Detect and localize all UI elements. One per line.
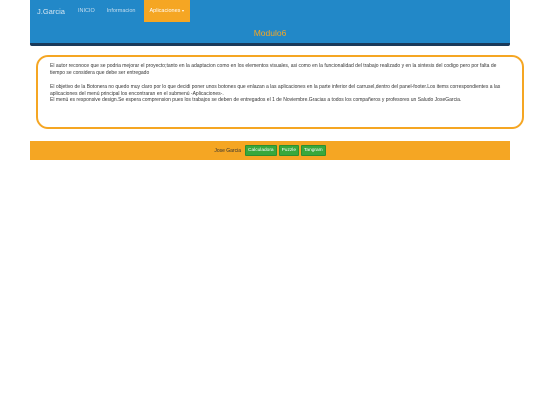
info-paragraph-3: El menú es responsive design.Se espera c… — [50, 97, 462, 104]
page-title: Modulo6 — [253, 27, 287, 38]
info-panel: El autor reconoce que se podria mejorar … — [36, 55, 524, 129]
page-header: Modulo6 — [30, 22, 510, 46]
tangram-button[interactable]: Tangram — [301, 145, 326, 156]
caret-down-icon — [182, 10, 185, 12]
puzzle-button[interactable]: Puzzle — [278, 145, 300, 156]
nav-aplicaciones-label: Aplicaciones — [149, 8, 181, 14]
footer-author: Jose Garcia — [214, 147, 241, 154]
nav-aplicaciones-dropdown[interactable]: Aplicaciones — [143, 0, 191, 22]
navbar: J.Garcia INICIO Informacion Aplicaciones — [30, 0, 510, 23]
brand-link[interactable]: J.Garcia — [30, 0, 72, 22]
footer-panel: Jose Garcia Calculadora Puzzle Tangram — [30, 141, 510, 160]
info-paragraph-1: El autor reconoce que se podria mejorar … — [50, 63, 497, 76]
calculadora-button[interactable]: Calculadora — [245, 145, 277, 156]
nav-informacion[interactable]: Informacion — [101, 0, 142, 22]
info-paragraph-2: El objetivo de la Botonera no quedo muy … — [50, 84, 501, 97]
nav-inicio[interactable]: INICIO — [72, 0, 101, 22]
